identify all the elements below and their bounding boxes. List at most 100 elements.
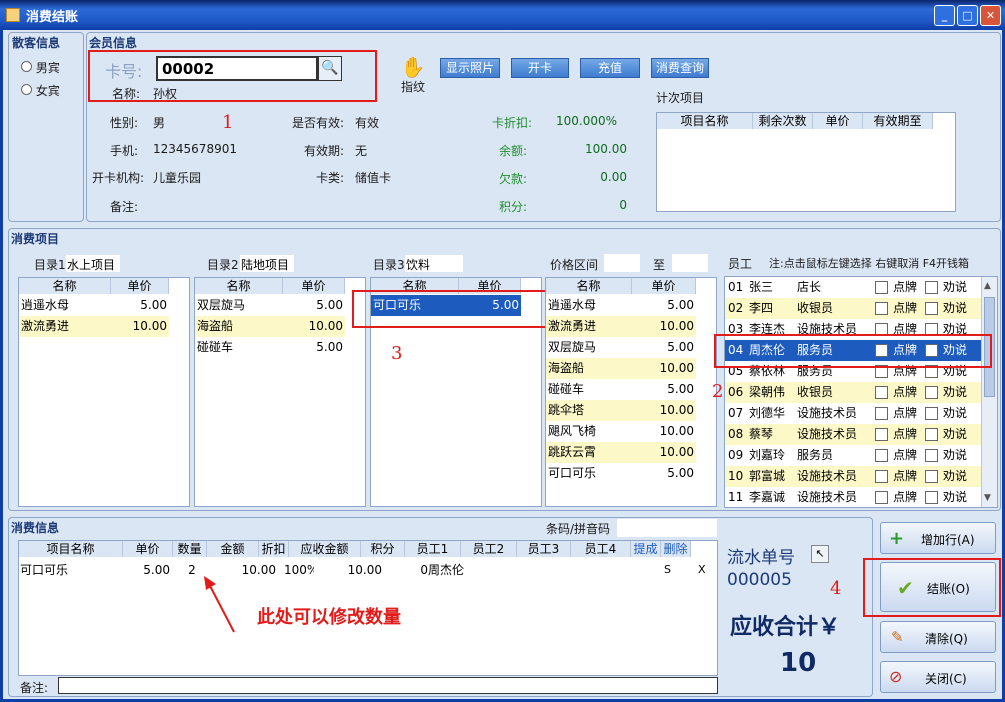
clear-button[interactable]: ✎ 清除(Q)	[880, 621, 996, 653]
points-label: 积分:	[499, 200, 528, 214]
list-item[interactable]: 飓风飞椅 10.00	[546, 421, 696, 442]
staff-row-10[interactable]: 10 郭富城 设施技术员 点牌 劝说	[725, 466, 981, 487]
list-item[interactable]: 可口可乐 5.00	[546, 463, 696, 484]
staff-id: 06	[728, 385, 744, 399]
quanshuo-checkbox[interactable]	[925, 281, 938, 294]
price-from-input[interactable]	[604, 254, 640, 272]
cat1-select[interactable]: 水上项目	[66, 255, 120, 272]
female-radio[interactable]	[21, 84, 32, 95]
price-to-input[interactable]	[672, 254, 708, 272]
table-row[interactable]: 可口可乐 5.00 2 10.00 100% 10.00 0 周杰伦 S X	[18, 560, 718, 580]
close-button[interactable]: ⊘ 关闭(C)	[880, 661, 996, 693]
no-entry-icon: ⊘	[889, 667, 903, 686]
hand-icon[interactable]: ✋	[400, 55, 426, 79]
staff-row-11[interactable]: 11 李嘉诚 设施技术员 点牌 劝说	[725, 487, 981, 508]
minimize-button[interactable]: _	[934, 5, 955, 26]
row-points: 0	[420, 563, 428, 577]
app-icon	[6, 8, 20, 22]
staff-id: 01	[728, 280, 744, 294]
dianpai-checkbox[interactable]	[875, 491, 888, 504]
staff-row-07[interactable]: 07 刘德华 设施技术员 点牌 劝说	[725, 403, 981, 424]
cat2-col-name: 名称	[195, 278, 283, 294]
quanshuo-checkbox[interactable]	[925, 407, 938, 420]
list-item[interactable]: 双层旋马 5.00	[195, 295, 345, 316]
male-label: 男宾	[35, 61, 60, 75]
item-name: 海盗船	[197, 319, 234, 333]
staff-name: 刘嘉玲	[749, 448, 786, 462]
cat3-select[interactable]: 饮料	[405, 255, 463, 272]
staff-row-08[interactable]: 08 蔡琴 设施技术员 点牌 劝说	[725, 424, 981, 445]
consume-query-button[interactable]: 消费查询	[651, 58, 709, 78]
list-item[interactable]: 逍遥水母 5.00	[546, 295, 696, 316]
item-price: 5.00	[667, 466, 694, 480]
male-radio-row[interactable]: 男宾	[21, 59, 60, 76]
gender-label: 性别:	[110, 116, 139, 130]
barcode-input[interactable]	[617, 519, 717, 537]
close-window-button[interactable]: ✕	[980, 5, 1001, 26]
row-delete[interactable]: X	[698, 560, 714, 580]
row-commission[interactable]: S	[664, 560, 680, 580]
consume-col-header: 积分	[361, 541, 405, 557]
maximize-button[interactable]: □	[957, 5, 978, 26]
add-row-button[interactable]: + 增加行(A)	[880, 522, 996, 554]
discount-label: 卡折扣:	[492, 116, 533, 130]
list-item[interactable]: 跳跃云霄 10.00	[546, 442, 696, 463]
quanshuo-label: 劝说	[943, 427, 968, 441]
quanshuo-checkbox[interactable]	[925, 491, 938, 504]
guest-title: 散客信息	[12, 36, 61, 50]
list-item[interactable]: 海盗船 10.00	[195, 316, 345, 337]
gender-value: 男	[153, 116, 166, 130]
item-name: 双层旋马	[197, 298, 246, 312]
staff-row-06[interactable]: 06 梁朝伟 收银员 点牌 劝说	[725, 382, 981, 403]
quanshuo-checkbox[interactable]	[925, 386, 938, 399]
marker-3: 3	[391, 343, 403, 364]
dianpai-checkbox[interactable]	[875, 302, 888, 315]
male-radio[interactable]	[21, 61, 32, 72]
open-card-button[interactable]: 开卡	[511, 58, 569, 78]
price-range-label: 价格区间	[550, 258, 599, 272]
female-radio-row[interactable]: 女宾	[21, 82, 60, 99]
dianpai-checkbox[interactable]	[875, 449, 888, 462]
dianpai-checkbox[interactable]	[875, 428, 888, 441]
dianpai-checkbox[interactable]	[875, 407, 888, 420]
list-item[interactable]: 跳伞塔 10.00	[546, 400, 696, 421]
staff-row-09[interactable]: 09 刘嘉玲 服务员 点牌 劝说	[725, 445, 981, 466]
window-title: 消费结账	[26, 10, 79, 25]
list-item[interactable]: 双层旋马 5.00	[546, 337, 696, 358]
list-item[interactable]: 激流勇进 10.00	[546, 316, 696, 337]
recharge-button[interactable]: 充值	[580, 58, 640, 78]
dianpai-checkbox[interactable]	[875, 470, 888, 483]
quanshuo-checkbox[interactable]	[925, 449, 938, 462]
cursor-icon[interactable]: ↖	[811, 545, 829, 563]
expire-label: 有效期:	[304, 144, 345, 158]
quanshuo-checkbox[interactable]	[925, 470, 938, 483]
quanshuo-checkbox[interactable]	[925, 428, 938, 441]
close-label: 关闭(C)	[925, 672, 967, 686]
staff-row-01[interactable]: 01 张三 店长 点牌 劝说	[725, 277, 981, 298]
list-item[interactable]: 海盗船 10.00	[546, 358, 696, 379]
staff-scrollbar[interactable]: ▲ ▼	[981, 277, 997, 507]
cardtype-value: 储值卡	[355, 171, 392, 185]
remark-input[interactable]	[58, 677, 718, 694]
cat2-select[interactable]: 陆地项目	[240, 255, 294, 272]
quanshuo-label: 劝说	[943, 469, 968, 483]
item-price: 10.00	[659, 319, 694, 333]
discount-value: 100.000%	[556, 114, 618, 128]
list-item[interactable]: 激流勇进 10.00	[19, 316, 169, 337]
list4-col-price: 单价	[632, 278, 696, 294]
staff-row-02[interactable]: 02 李四 收银员 点牌 劝说	[725, 298, 981, 319]
quanshuo-checkbox[interactable]	[925, 302, 938, 315]
list-item[interactable]: 碰碰车 5.00	[195, 337, 345, 358]
dianpai-checkbox[interactable]	[875, 386, 888, 399]
row-discount: 100%	[284, 563, 314, 577]
staff-name: 李四	[749, 301, 774, 315]
list-item[interactable]: 逍遥水母 5.00	[19, 295, 169, 316]
staff-role: 店长	[797, 280, 822, 294]
scroll-up-icon[interactable]: ▲	[984, 281, 991, 291]
item-price: 10.00	[659, 424, 694, 438]
show-photo-button[interactable]: 显示照片	[440, 58, 500, 78]
list-item[interactable]: 碰碰车 5.00	[546, 379, 696, 400]
scroll-down-icon[interactable]: ▼	[984, 493, 991, 503]
dianpai-checkbox[interactable]	[875, 281, 888, 294]
staff-role: 设施技术员	[797, 469, 858, 483]
